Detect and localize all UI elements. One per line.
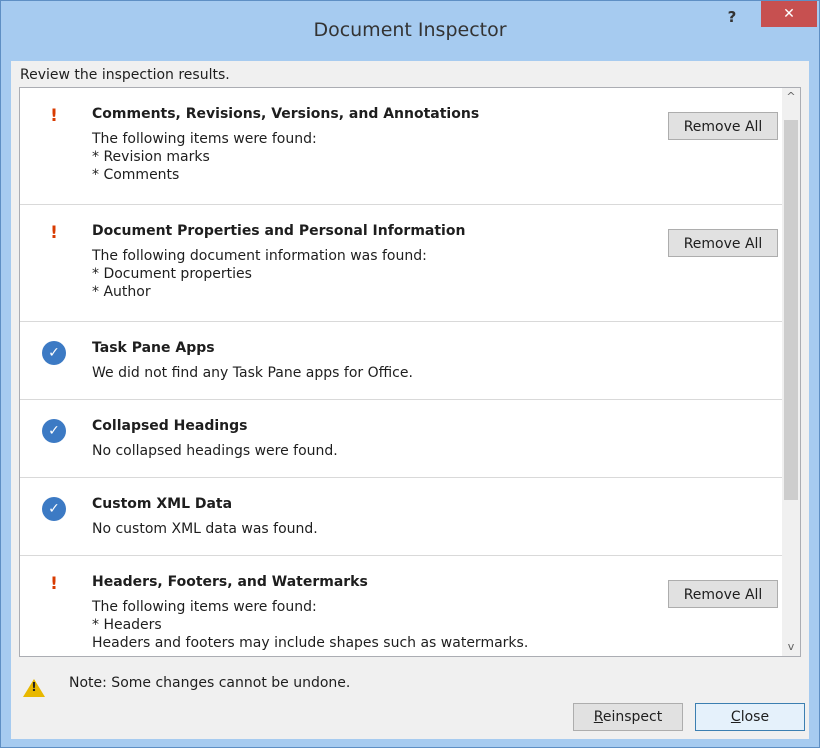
undo-note: Note: Some changes cannot be undone. [69,675,351,691]
result-line: The following items were found: [92,131,317,147]
result-details: No custom XML data was found. [92,520,318,538]
close-button[interactable]: Close [695,703,805,731]
result-custom-xml: ✓ Custom XML Data No custom XML data was… [20,478,782,556]
result-line: * Headers [92,617,162,633]
reinspect-button[interactable]: Reinspect [573,703,683,731]
result-details: The following items were found: * Revisi… [92,130,317,184]
remove-all-headers-button[interactable]: Remove All [668,580,778,608]
result-details: The following document information was f… [92,247,427,301]
reinspect-mnemonic: R [593,709,603,725]
close-mnemonic: C [730,709,741,725]
result-details: We did not find any Task Pane apps for O… [92,364,413,382]
result-comments: ! Comments, Revisions, Versions, and Ann… [20,88,782,205]
result-title: Custom XML Data [92,496,233,512]
dialog-body: Review the inspection results. ! Comment… [11,61,809,739]
result-line: * Revision marks [92,149,210,165]
result-line: No collapsed headings were found. [92,443,338,459]
result-line: * Document properties [92,266,252,282]
result-title: Headers, Footers, and Watermarks [92,574,368,590]
results-items: ! Comments, Revisions, Versions, and Ann… [20,88,782,656]
document-inspector-window: Document Inspector ? ✕ Review the inspec… [0,0,820,748]
warning-icon: ! [50,223,58,243]
result-line: The following items were found: [92,599,317,615]
title-bar: Document Inspector ? ✕ [1,1,819,61]
checkmark-icon: ✓ [42,497,66,521]
result-details: No collapsed headings were found. [92,442,338,460]
remove-all-comments-button[interactable]: Remove All [668,112,778,140]
result-document-properties: ! Document Properties and Personal Infor… [20,205,782,322]
result-details: The following items were found: * Header… [92,598,528,652]
checkmark-icon: ✓ [42,419,66,443]
window-title: Document Inspector [313,19,507,41]
result-task-pane-apps: ✓ Task Pane Apps We did not find any Tas… [20,322,782,400]
result-headers-footers: ! Headers, Footers, and Watermarks The f… [20,556,782,656]
results-list[interactable]: ! Comments, Revisions, Versions, and Ann… [19,87,801,657]
result-title: Comments, Revisions, Versions, and Annot… [92,106,480,122]
result-line: We did not find any Task Pane apps for O… [92,365,413,381]
close-window-button[interactable]: ✕ [761,1,817,27]
checkmark-icon: ✓ [42,341,66,365]
scroll-up-icon[interactable]: ^ [782,88,800,106]
remove-all-properties-button[interactable]: Remove All [668,229,778,257]
reinspect-label: einspect [602,709,663,725]
warning-icon: ! [50,574,58,594]
result-title: Document Properties and Personal Informa… [92,223,466,239]
result-line: * Author [92,284,151,300]
result-line: The following document information was f… [92,248,427,264]
result-title: Collapsed Headings [92,418,248,434]
result-title: Task Pane Apps [92,340,215,356]
warning-triangle-mark: ! [31,680,37,694]
close-label: lose [740,709,770,725]
result-line: No custom XML data was found. [92,521,318,537]
result-line: * Comments [92,167,180,183]
vertical-scrollbar[interactable]: ^ v [782,88,800,656]
help-button[interactable]: ? [719,5,745,29]
instructions-text: Review the inspection results. [20,67,230,83]
scroll-thumb[interactable] [784,120,798,500]
result-collapsed-headings: ✓ Collapsed Headings No collapsed headin… [20,400,782,478]
warning-icon: ! [50,106,58,126]
result-line: Headers and footers may include shapes s… [92,635,529,651]
scroll-down-icon[interactable]: v [782,638,800,656]
